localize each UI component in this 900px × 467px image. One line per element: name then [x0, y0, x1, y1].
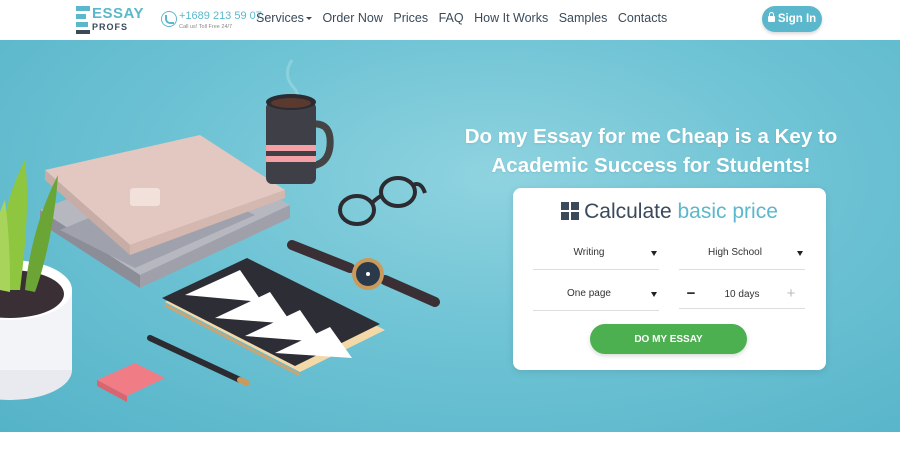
- page-bottom: [0, 432, 900, 467]
- phone-icon: [161, 11, 177, 27]
- logo-text-top: ESSAY: [92, 5, 144, 22]
- glasses-icon: [338, 176, 427, 226]
- sign-in-label: Sign In: [777, 13, 817, 25]
- hero-section: Do my Essay for me Cheap is a Key to Aca…: [0, 40, 900, 432]
- desk-illustration: [0, 59, 440, 402]
- deadline-value: 10 days: [724, 289, 760, 300]
- logo[interactable]: ESSAY PROFS: [76, 5, 146, 35]
- nav-samples[interactable]: Samples: [559, 11, 608, 25]
- main-nav: Services Order Now Prices FAQ How It Wor…: [256, 11, 678, 25]
- nav-order-now[interactable]: Order Now: [322, 11, 382, 25]
- deadline-stepper: − 10 days +: [679, 283, 805, 309]
- chevron-down-icon: [651, 292, 657, 297]
- nav-faq[interactable]: FAQ: [439, 11, 464, 25]
- pencil-icon: [147, 335, 250, 386]
- nav-prices[interactable]: Prices: [393, 11, 428, 25]
- do-my-essay-button[interactable]: DO MY ESSAY: [590, 324, 747, 354]
- calculator-title-accent: basic price: [677, 200, 778, 223]
- price-calculator: Calculate basic price Writing High Schoo…: [513, 188, 826, 370]
- chevron-down-icon: [305, 17, 312, 21]
- chevron-down-icon: [797, 251, 803, 256]
- deadline-decrease-button[interactable]: −: [683, 285, 699, 303]
- site-header: ESSAY PROFS +1689 213 59 07 Call us! Tol…: [0, 0, 900, 40]
- hero-headline: Do my Essay for me Cheap is a Key to Aca…: [464, 125, 838, 177]
- chevron-down-icon: [651, 251, 657, 256]
- sticky-notes-icon: [97, 363, 165, 402]
- service-type-select[interactable]: Writing: [533, 240, 659, 270]
- pages-value: One page: [567, 288, 611, 299]
- calculator-icon: [561, 202, 580, 220]
- deadline-increase-button[interactable]: +: [783, 285, 799, 303]
- phone-contact[interactable]: +1689 213 59 07 Call us! Toll Free 24/7: [161, 9, 262, 33]
- phone-subtitle: Call us! Toll Free 24/7: [179, 24, 233, 30]
- logo-text-bottom: PROFS: [92, 22, 129, 32]
- nav-how-it-works[interactable]: How It Works: [474, 11, 548, 25]
- nav-services[interactable]: Services: [256, 11, 312, 25]
- logo-mark-icon: [76, 6, 90, 34]
- academic-level-value: High School: [708, 247, 762, 258]
- lock-icon: [767, 12, 775, 23]
- pages-select[interactable]: One page: [533, 281, 659, 311]
- nav-services-label: Services: [256, 11, 304, 25]
- calculator-title: Calculate basic price: [513, 200, 826, 224]
- service-type-value: Writing: [573, 247, 605, 258]
- phone-number[interactable]: +1689 213 59 07: [179, 10, 262, 22]
- sign-in-button[interactable]: Sign In: [762, 6, 822, 32]
- academic-level-select[interactable]: High School: [679, 240, 805, 270]
- plant-icon: [0, 160, 72, 400]
- coffee-mug-icon: [266, 59, 334, 184]
- calculator-title-main: Calculate: [584, 200, 672, 223]
- nav-contacts[interactable]: Contacts: [618, 11, 667, 25]
